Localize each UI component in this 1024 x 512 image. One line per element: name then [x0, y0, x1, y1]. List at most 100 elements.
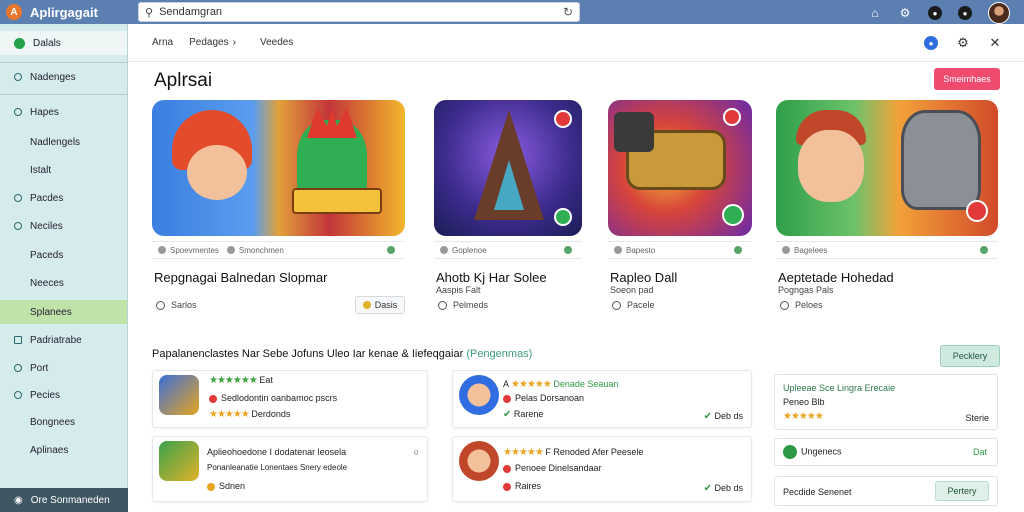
card-title[interactable]: Rapleo Dall [610, 270, 677, 285]
card-meta: Bapesto [608, 241, 752, 259]
status-dot-icon [980, 246, 988, 254]
game-artwork [776, 100, 998, 236]
sidebar-item-neeces[interactable]: Neeces [0, 271, 127, 295]
sidebar-item-bongnees[interactable]: Bongnees [0, 410, 127, 434]
card-subtitle: Soeon pad [610, 285, 654, 295]
sidebar-divider [0, 62, 127, 63]
meta-icon [782, 246, 790, 254]
breadcrumb-item[interactable]: Veedes [260, 37, 293, 48]
refresh-icon[interactable]: ↻ [563, 5, 573, 19]
list-item[interactable]: ★★★★★★ Eat Sedlodontin oanbamoc pscrs ★★… [152, 370, 428, 428]
side-card[interactable]: Ungenecs Dat [774, 438, 998, 466]
list-item-title: A ★★★★★ Denade Seauan [503, 379, 618, 390]
card-footer: Pelmeds [438, 300, 488, 310]
list-item-text: Rarene [513, 409, 544, 419]
side-card-button[interactable]: Pertery [935, 481, 989, 501]
list-item-text: F Renoded Afer Peesele [545, 447, 644, 457]
sidebar-item-istalt[interactable]: Istalt [0, 158, 127, 182]
list-item-text: Sdnen [219, 481, 246, 491]
sidebar-item-neciles[interactable]: Neciles [0, 214, 127, 238]
sidebar-item-port[interactable]: Port [0, 356, 127, 380]
meta-icon [226, 246, 235, 254]
settings-gear-icon[interactable]: ⚙ [898, 6, 912, 20]
sidebar-item-nadenges[interactable]: Nadenges [0, 65, 127, 89]
sidebar-item-aplinaes[interactable]: Aplinaes [0, 438, 127, 462]
sidebar-item-label: Paceds [30, 249, 64, 261]
sidebar-item-splanees[interactable]: Splanees [0, 300, 127, 324]
circle-icon [14, 73, 22, 81]
github-icon[interactable]: ● [928, 6, 942, 20]
radio-icon[interactable]: ○ [414, 447, 419, 457]
card-title[interactable]: Ahotb Kj Har Solee [436, 270, 547, 285]
list-item-meta: ✔ Deb ds [704, 411, 743, 422]
side-card-meta: Sterie [965, 413, 989, 423]
side-card-line: Peneo Blb [783, 397, 825, 407]
featured-card[interactable]: Bagelees Aeptetade Hohedad Pogngas Pals … [776, 100, 998, 320]
sidebar-item-label: Padriatrabe [30, 334, 82, 346]
sidebar-item-padriatrabe[interactable]: Padriatrabe [0, 328, 127, 352]
list-item-text: Deb ds [714, 483, 743, 493]
topbar-icons: ⌂ ⚙ ● ● [868, 2, 1010, 24]
chat-icon[interactable]: ● [924, 36, 938, 50]
game-artwork [152, 100, 405, 236]
card-meta-text: Bagelees [794, 245, 828, 255]
user-avatar[interactable] [988, 2, 1010, 24]
search-input[interactable] [159, 6, 563, 18]
game-artwork [608, 100, 752, 236]
card-footer: Pacele [612, 300, 655, 310]
breadcrumb-item[interactable]: Arna [152, 37, 173, 48]
sidebar-item-dalals[interactable]: Dalals [0, 31, 127, 55]
featured-card[interactable]: Spoevmentes Smonchmen Repgnagai Balnedan… [152, 100, 405, 320]
home-icon[interactable]: ⌂ [868, 6, 882, 20]
game-artwork [434, 100, 582, 236]
square-icon [14, 336, 22, 344]
check-icon: ✔ [703, 483, 712, 494]
circle-icon [780, 300, 789, 310]
section-tag[interactable]: (Pengenmas) [466, 348, 532, 360]
list-item-line: Sedlodontin oanbamoc pscrs [209, 393, 337, 403]
list-item-text: Aplieohoedone I dodatenar leosela [207, 447, 347, 457]
game-thumbnail [459, 375, 499, 415]
sidebar-item-hapes[interactable]: Hapes [0, 100, 127, 124]
meta-icon [158, 246, 166, 254]
settings-icon[interactable]: ⚙ [956, 35, 970, 50]
app-logo-icon[interactable]: A [6, 4, 22, 20]
side-card[interactable]: Upleeae Sce Lingra Erecaie Peneo Blb ★★★… [774, 374, 998, 430]
sidebar-footer[interactable]: ◉ Ore Sonmaneden [0, 488, 128, 512]
primary-action-button[interactable]: Smeimhaes [934, 68, 1000, 90]
search-bar[interactable]: ⚲ ↻ [138, 2, 580, 22]
card-footer-text: Pacele [627, 300, 655, 310]
card-title[interactable]: Aeptetade Hohedad [778, 270, 894, 285]
featured-card[interactable]: Bapesto Rapleo Dall Soeon pad Pacele [608, 100, 752, 320]
sidebar-item-label: Dalals [33, 37, 61, 49]
section-action-button[interactable]: Pecklery [940, 345, 1000, 367]
featured-card[interactable]: Goplenoe Ahotb Kj Har Solee Aaspis Falt … [434, 100, 582, 320]
list-item[interactable]: A ★★★★★ Denade Seauan Pelas Dorsanoan ✔ … [452, 370, 752, 428]
notifications-icon[interactable]: ● [958, 6, 972, 20]
list-item-text: Pelas Dorsanoan [515, 393, 585, 403]
circle-icon [14, 364, 22, 372]
sidebar-item-paceds[interactable]: Paceds [0, 243, 127, 267]
list-item-text: Deb ds [714, 411, 743, 421]
sidebar-item-pacdes[interactable]: Pacdes [0, 186, 127, 210]
section-title: Papalanenclastes Nar Sebe Jofuns Uleo Ia… [152, 348, 532, 360]
badge-icon [503, 464, 511, 473]
list-item-line: Pelas Dorsanoan [503, 393, 584, 403]
side-card-label: Ungenecs [801, 446, 842, 457]
breadcrumb-item[interactable]: Pedages [189, 37, 228, 48]
page-title: Aplrsai [154, 70, 213, 91]
card-title[interactable]: Repgnagai Balnedan Slopmar [154, 270, 327, 285]
circle-icon [14, 108, 22, 116]
sidebar-item-label: Nadenges [30, 71, 76, 83]
side-card[interactable]: Pecdide Senenet Pertery [774, 476, 998, 506]
close-icon[interactable]: ✕ [988, 35, 1002, 50]
sidebar-footer-label: Ore Sonmaneden [30, 494, 110, 506]
card-subtitle: Pogngas Pals [778, 285, 834, 295]
list-item[interactable]: Aplieohoedone I dodatenar leosela ○ Pona… [152, 436, 428, 502]
sidebar-item-nadlengels[interactable]: Nadlengels [0, 130, 127, 154]
card-action-button[interactable]: Dasis [355, 296, 405, 314]
list-item[interactable]: ★★★★★ F Renoded Afer Peesele Penoee Dine… [452, 436, 752, 502]
card-meta: Bagelees [776, 241, 998, 259]
status-dot-icon [564, 246, 572, 254]
sidebar-item-pecies[interactable]: Pecies [0, 383, 127, 407]
